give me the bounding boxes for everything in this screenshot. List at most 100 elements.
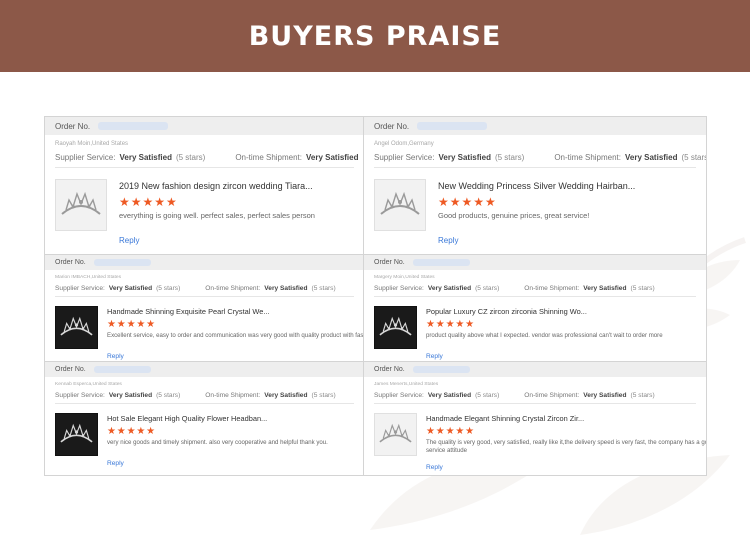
product-title[interactable]: Handmade Elegant Shinning Crystal Zircon… (426, 414, 584, 423)
star-rating: ★★★★★ (438, 195, 497, 209)
divider (374, 403, 696, 404)
service-ratings: Supplier Service: Very Satisfied (5 stars)… (55, 392, 336, 399)
service-ratings: Supplier Service: Very Satisfied (5 stars)… (374, 153, 707, 162)
order-label: Order No. (55, 121, 91, 131)
review-card: Order No. Raoyah Moin,United States Suppli… (44, 116, 365, 256)
shipment-label: On-time Shipment: (554, 153, 622, 162)
shipment-label: On-time Shipment: (524, 285, 580, 292)
supplier-service-value: Very Satisfied (119, 153, 172, 162)
supplier-service-label: Supplier Service: (374, 153, 435, 162)
order-label: Order No. (55, 259, 86, 266)
supplier-service-value: Very Satisfied (427, 285, 472, 292)
product-title[interactable]: Handmade Shinning Exquisite Pearl Crysta… (107, 307, 270, 316)
review-card: Order No. Marion IMBACH,United States Supp… (44, 254, 365, 363)
order-label: Order No. (374, 121, 410, 131)
product-title[interactable]: Hot Sale Elegant High Quality Flower Hea… (107, 414, 267, 423)
product-thumbnail[interactable] (55, 179, 107, 231)
buyer-name: Kennab Esperca,United States (55, 382, 122, 387)
review-card: Order No. James Menerts,United States Supp… (363, 361, 707, 476)
divider (55, 296, 354, 297)
order-number-blurred (417, 122, 488, 130)
product-title[interactable]: 2019 New fashion design zircon wedding T… (119, 181, 313, 191)
service-ratings: Supplier Service: Very Satisfied (5 stars)… (374, 285, 655, 292)
shipment-label: On-time Shipment: (524, 392, 580, 399)
review-card: Order No. Kennab Esperca,United States Sup… (44, 361, 365, 476)
shipment-stars-note: (5 stars) (311, 285, 336, 292)
service-ratings: Supplier Service: Very Satisfied (5 stars)… (55, 285, 336, 292)
supplier-service-label: Supplier Service: (374, 285, 424, 292)
order-number-blurred (98, 122, 169, 130)
reply-link[interactable]: Reply (426, 464, 443, 471)
review-comment: The quality is very good, very satisfied… (426, 439, 707, 446)
order-number-blurred (412, 259, 470, 266)
banner: BUYERS PRAISE (0, 0, 750, 72)
star-rating: ★★★★★ (107, 426, 156, 437)
shipment-value: Very Satisfied (306, 153, 359, 162)
order-label: Order No. (374, 259, 405, 266)
review-comment: very nice goods and timely shipment. als… (107, 439, 328, 446)
shipment-label: On-time Shipment: (205, 285, 261, 292)
tiara-icon (60, 316, 93, 336)
reply-link[interactable]: Reply (119, 236, 139, 245)
order-bar: Order No. (45, 255, 364, 270)
buyer-name: Margery Moin,United States (374, 275, 435, 280)
shipment-stars-note: (5 stars) (630, 392, 655, 399)
shipment-value: Very Satisfied (583, 285, 627, 292)
review-comment: Excellent service, easy to order and com… (107, 332, 365, 339)
reply-link[interactable]: Reply (438, 236, 458, 245)
supplier-service-value: Very Satisfied (438, 153, 491, 162)
order-bar: Order No. (364, 362, 706, 377)
star-rating: ★★★★★ (107, 319, 156, 330)
product-thumbnail[interactable] (55, 413, 98, 456)
shipment-stars-note: (5 stars) (630, 285, 655, 292)
shipment-label: On-time Shipment: (205, 392, 261, 399)
reply-link[interactable]: Reply (426, 353, 443, 360)
tiara-icon (379, 316, 412, 336)
order-bar: Order No. (45, 362, 364, 377)
supplier-stars-note: (5 stars) (156, 392, 181, 399)
tiara-icon (379, 423, 412, 443)
order-label: Order No. (55, 366, 86, 373)
order-number-blurred (93, 366, 151, 373)
supplier-service-value: Very Satisfied (108, 392, 153, 399)
page-title: BUYERS PRAISE (248, 20, 502, 52)
buyer-name: Raoyah Moin,United States (55, 141, 129, 147)
product-title[interactable]: Popular Luxury CZ zircon zirconia Shinni… (426, 307, 587, 316)
supplier-stars-note: (5 stars) (475, 392, 500, 399)
supplier-service-label: Supplier Service: (374, 392, 424, 399)
review-comment: everything is going well. perfect sales,… (119, 211, 315, 220)
tiara-icon (60, 423, 93, 443)
shipment-stars-note: (5 stars) (311, 392, 336, 399)
divider (55, 167, 354, 168)
divider (55, 403, 354, 404)
reply-link[interactable]: Reply (107, 353, 124, 360)
order-number-blurred (412, 366, 470, 373)
order-label: Order No. (374, 366, 405, 373)
review-comment: Good products, genuine prices, great ser… (438, 211, 590, 220)
star-rating: ★★★★★ (119, 195, 178, 209)
shipment-value: Very Satisfied (625, 153, 678, 162)
divider (374, 296, 696, 297)
order-bar: Order No. (364, 255, 706, 270)
review-card: Order No. Angel Odom,Germany Supplier Serv… (363, 116, 707, 256)
supplier-service-label: Supplier Service: (55, 285, 105, 292)
supplier-stars-note: (5 stars) (494, 153, 525, 162)
supplier-stars-note: (5 stars) (156, 285, 181, 292)
supplier-service-value: Very Satisfied (427, 392, 472, 399)
shipment-label: On-time Shipment: (235, 153, 303, 162)
review-comment-continued: service attitude (426, 447, 467, 454)
reply-link[interactable]: Reply (107, 460, 124, 467)
star-rating: ★★★★★ (426, 319, 475, 330)
product-thumbnail[interactable] (55, 306, 98, 349)
divider (374, 167, 696, 168)
product-thumbnail[interactable] (374, 306, 417, 349)
product-thumbnail[interactable] (374, 179, 426, 231)
shipment-stars-note: (5 stars) (681, 153, 707, 162)
shipment-value: Very Satisfied (264, 392, 308, 399)
service-ratings: Supplier Service: Very Satisfied (5 stars)… (374, 392, 655, 399)
product-thumbnail[interactable] (374, 413, 417, 456)
buyer-name: James Menerts,United States (374, 382, 439, 387)
product-title[interactable]: New Wedding Princess Silver Wedding Hair… (438, 181, 635, 191)
review-card: Order No. Margery Moin,United States Suppl… (363, 254, 707, 363)
star-rating: ★★★★★ (426, 426, 475, 437)
